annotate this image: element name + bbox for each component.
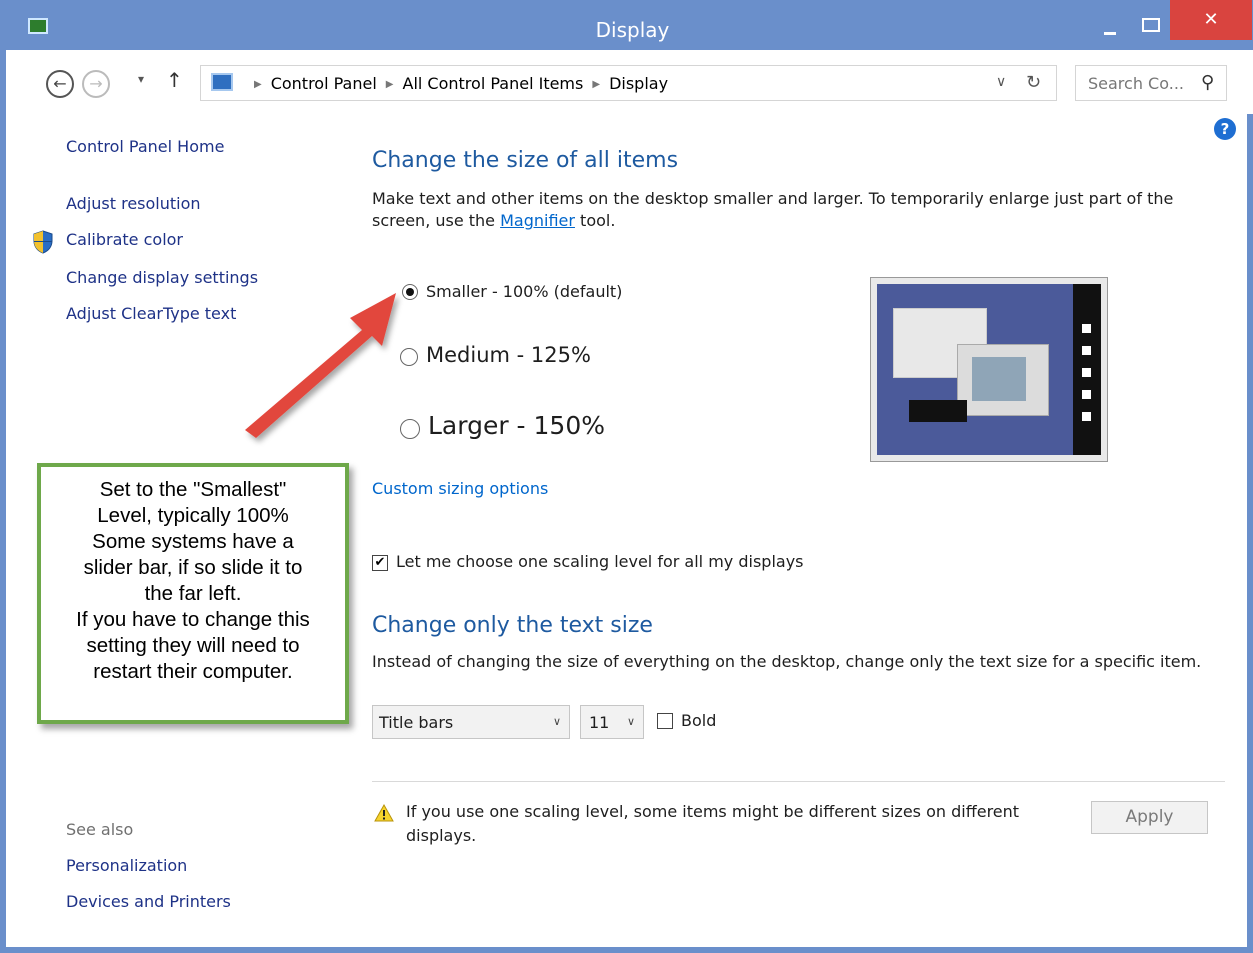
chevron-down-icon: ∨ xyxy=(626,715,635,728)
see-also-heading: See also xyxy=(66,820,134,839)
breadcrumb-all-items[interactable]: All Control Panel Items xyxy=(403,74,584,93)
shield-icon xyxy=(33,230,53,254)
search-input[interactable]: Search Co... ⚲ xyxy=(1075,65,1227,101)
display-preview-image xyxy=(870,277,1108,462)
size-description-text: Make text and other items on the desktop… xyxy=(372,189,1174,230)
preview-dot xyxy=(1082,346,1091,355)
sidebar-control-panel-home[interactable]: Control Panel Home xyxy=(66,137,224,156)
item-select-value: Title bars xyxy=(379,713,454,732)
radio-larger[interactable] xyxy=(400,419,420,439)
preview-dot xyxy=(1082,324,1091,333)
breadcrumb-display[interactable]: Display xyxy=(609,74,668,93)
size-heading: Change the size of all items xyxy=(372,148,679,173)
item-select[interactable]: Title bars ∨ xyxy=(372,705,570,739)
sidebar-item-personalization[interactable]: Personalization xyxy=(66,856,187,875)
sidebar-item-change-display-settings[interactable]: Change display settings xyxy=(66,268,258,287)
chevron-down-icon: ∨ xyxy=(552,715,561,728)
radio-smaller-label[interactable]: Smaller - 100% (default) xyxy=(426,282,622,301)
preview-dot xyxy=(1082,390,1091,399)
sidebar-item-adjust-resolution[interactable]: Adjust resolution xyxy=(66,194,201,213)
annotation-callout: Set to the "Smallest" Level, typically 1… xyxy=(37,463,349,724)
breadcrumb: ▶ Control Panel ▶ All Control Panel Items ▶ D… xyxy=(245,74,668,93)
preview-side-bar xyxy=(1073,284,1101,455)
maximize-button[interactable] xyxy=(1134,10,1164,40)
custom-sizing-link[interactable]: Custom sizing options xyxy=(372,479,548,498)
breadcrumb-separator-icon[interactable]: ▶ xyxy=(583,79,609,90)
text-size-description: Instead of changing the size of everythi… xyxy=(372,652,1202,671)
size-description-tail: tool. xyxy=(574,211,616,230)
radio-medium[interactable] xyxy=(400,348,418,366)
preview-dot xyxy=(1082,368,1091,377)
recent-locations-chevron-icon[interactable]: ▾ xyxy=(138,72,144,86)
address-field[interactable]: ▶ Control Panel ▶ All Control Panel Items ▶ D… xyxy=(200,65,1057,101)
breadcrumb-separator-icon: ▶ xyxy=(254,79,262,90)
sidebar-item-adjust-cleartype[interactable]: Adjust ClearType text xyxy=(66,304,236,323)
radio-smaller[interactable] xyxy=(402,284,418,300)
sidebar-item-devices-and-printers[interactable]: Devices and Printers xyxy=(66,892,231,911)
preview-window-front xyxy=(957,344,1049,416)
preview-taskbar xyxy=(909,400,967,422)
warning-icon xyxy=(374,804,394,822)
window-title: Display xyxy=(595,18,670,42)
preview-screen xyxy=(877,284,1101,455)
magnifier-link[interactable]: Magnifier xyxy=(500,211,575,230)
close-button[interactable]: ✕ xyxy=(1170,0,1252,40)
font-size-value: 11 xyxy=(589,713,610,732)
help-icon[interactable]: ? xyxy=(1214,118,1236,140)
refresh-icon[interactable]: ↻ xyxy=(1026,72,1041,93)
control-panel-icon xyxy=(211,73,233,91)
address-dropdown-icon[interactable]: ∨ xyxy=(996,74,1006,90)
forward-button[interactable]: → xyxy=(82,70,110,98)
up-level-button[interactable]: ↑ xyxy=(166,68,183,92)
title-bar: Display ✕ xyxy=(6,0,1253,50)
search-placeholder: Search Co... xyxy=(1088,74,1184,93)
search-icon[interactable]: ⚲ xyxy=(1201,72,1214,93)
address-bar: ← → ▾ ↑ ▶ Control Panel ▶ All Control Panel… xyxy=(12,50,1253,114)
bold-checkbox[interactable] xyxy=(657,713,673,729)
breadcrumb-control-panel[interactable]: Control Panel xyxy=(271,74,377,93)
size-description: Make text and other items on the desktop… xyxy=(372,188,1232,232)
radio-medium-label[interactable]: Medium - 125% xyxy=(426,343,591,367)
font-size-select[interactable]: 11 ∨ xyxy=(580,705,644,739)
preview-window-content xyxy=(972,357,1026,401)
warning-text: If you use one scaling level, some items… xyxy=(406,802,1020,845)
annotation-text: Set to the "Smallest" Level, typically 1… xyxy=(76,478,310,683)
apply-button[interactable]: Apply xyxy=(1091,801,1208,834)
divider xyxy=(372,781,1225,782)
one-scaling-label[interactable]: Let me choose one scaling level for all … xyxy=(396,552,804,571)
one-scaling-checkbox[interactable]: ✔ xyxy=(372,555,388,571)
preview-dot xyxy=(1082,412,1091,421)
radio-larger-label[interactable]: Larger - 150% xyxy=(428,411,605,440)
back-button[interactable]: ← xyxy=(46,70,74,98)
bold-label[interactable]: Bold xyxy=(681,711,716,730)
breadcrumb-separator-icon[interactable]: ▶ xyxy=(377,79,403,90)
sidebar-item-calibrate-color[interactable]: Calibrate color xyxy=(66,230,183,249)
minimize-button[interactable] xyxy=(1095,10,1125,40)
text-size-heading: Change only the text size xyxy=(372,613,653,638)
